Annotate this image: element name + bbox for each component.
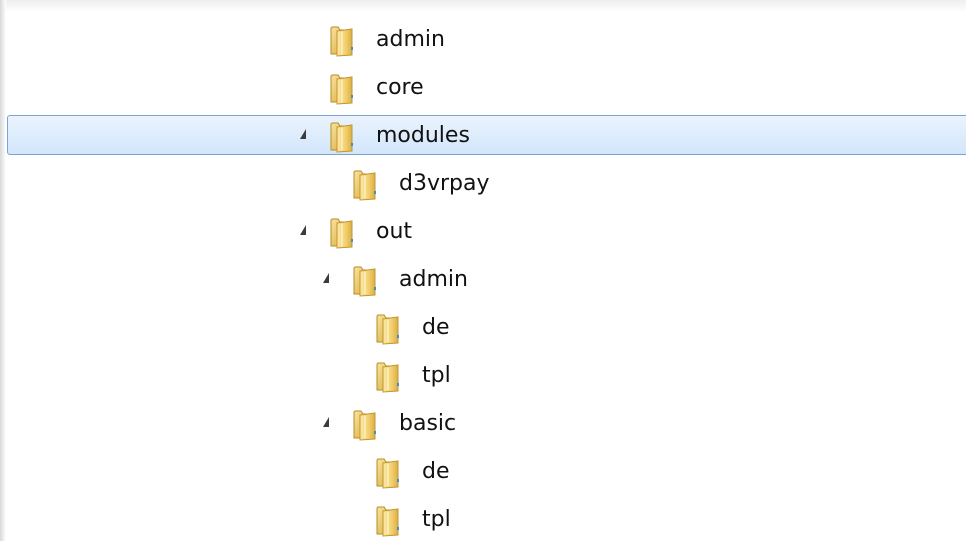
folder-icon: [328, 71, 362, 105]
tree-item-admin[interactable]: admin: [0, 16, 966, 64]
folder-icon: [328, 23, 362, 57]
tree-item-label: de: [422, 459, 450, 484]
tree-item-out[interactable]: out: [0, 208, 966, 256]
tree-item-tpl[interactable]: tpl: [0, 352, 966, 400]
folder-icon: [328, 215, 362, 249]
tree-item-label: out: [376, 219, 413, 244]
tree-item-admin[interactable]: admin: [0, 256, 966, 304]
tree-item-label: admin: [376, 27, 445, 52]
folder-tree[interactable]: admin core modules d3vrpay out admin de tpl basi…: [0, 16, 966, 541]
tree-item-basic[interactable]: basic: [0, 400, 966, 448]
tree-item-d3vrpay[interactable]: d3vrpay: [0, 160, 966, 208]
folder-icon: [374, 503, 408, 537]
tree-item-tpl[interactable]: tpl: [0, 496, 966, 541]
folder-icon: [374, 455, 408, 489]
folder-icon: [328, 119, 362, 153]
folder-icon: [351, 263, 385, 297]
folder-icon: [351, 167, 385, 201]
tree-item-de[interactable]: de: [0, 304, 966, 352]
tree-item-label: admin: [399, 267, 468, 292]
tree-item-de[interactable]: de: [0, 448, 966, 496]
expanded-triangle-icon[interactable]: [300, 129, 306, 139]
folder-icon: [374, 359, 408, 393]
folder-icon: [374, 311, 408, 345]
tree-item-core[interactable]: core: [0, 64, 966, 112]
tree-item-modules[interactable]: modules: [0, 112, 966, 160]
expanded-triangle-icon[interactable]: [300, 225, 306, 235]
selection-highlight: [7, 115, 966, 155]
tree-item-label: de: [422, 315, 450, 340]
tree-item-label: modules: [376, 123, 470, 148]
tree-item-label: core: [376, 75, 424, 100]
tree-item-label: tpl: [422, 363, 451, 388]
folder-icon: [351, 407, 385, 441]
tree-item-label: basic: [399, 411, 457, 436]
tree-item-label: tpl: [422, 507, 451, 532]
expanded-triangle-icon[interactable]: [323, 417, 329, 427]
tree-item-label: d3vrpay: [399, 171, 490, 196]
window-top-edge: [0, 0, 966, 12]
expanded-triangle-icon[interactable]: [323, 273, 329, 283]
